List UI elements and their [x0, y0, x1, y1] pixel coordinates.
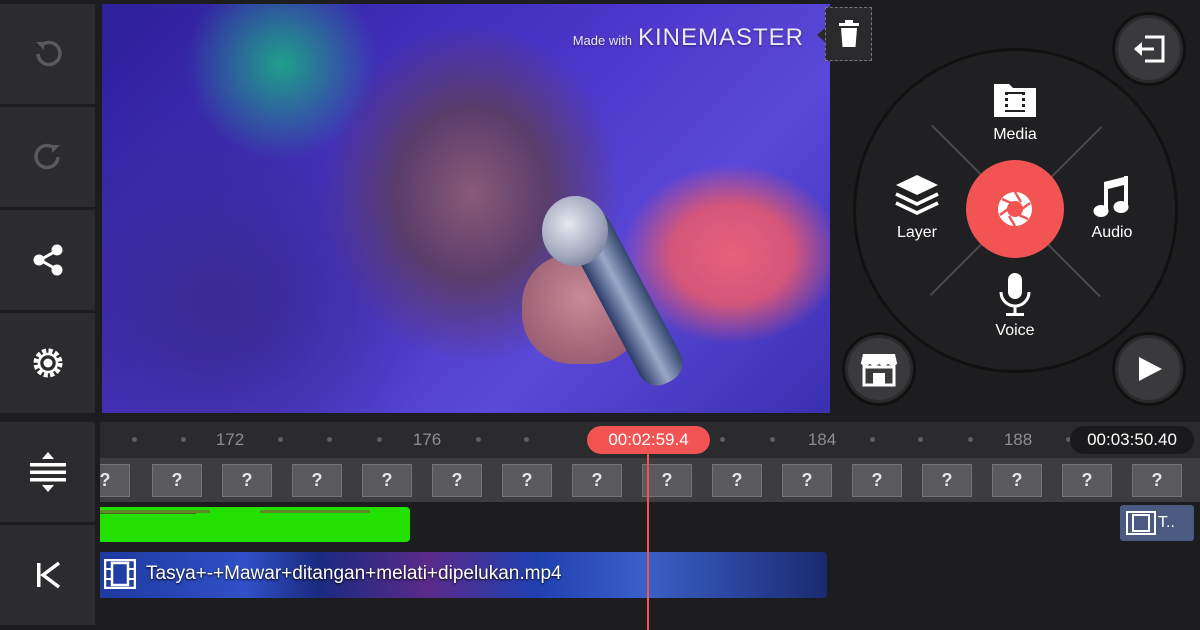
video-thumbnail-strip[interactable]: ? ? ? ? ? ? ? ? ? ? ? ? ? ? ? ? [100, 458, 1200, 502]
watermark-brand: KINEMASTER [637, 24, 804, 51]
layer-label: Layer [896, 224, 938, 241]
share-icon [33, 244, 62, 276]
media-button[interactable]: Media [975, 74, 1055, 146]
undo-button[interactable] [0, 4, 95, 104]
undo-icon [35, 40, 62, 67]
thumbnail-placeholder: ? [782, 464, 832, 497]
audio-label: Audio [1091, 224, 1133, 241]
camera-shutter-icon [998, 191, 1032, 227]
ruler-tick [181, 437, 186, 442]
microphone-icon [999, 273, 1031, 316]
ruler-label: 184 [807, 430, 837, 449]
thumbnail-placeholder: ? [992, 464, 1042, 497]
share-button[interactable] [0, 210, 95, 310]
thumbnail-placeholder: ? [502, 464, 552, 497]
asset-store-button[interactable] [842, 332, 916, 406]
thumbnail-placeholder: ? [1132, 464, 1182, 497]
watermark-prefix: Made with [572, 33, 632, 48]
media-folder-icon [994, 84, 1036, 117]
record-button[interactable] [966, 160, 1064, 258]
overlay-clip-label: T.. [1158, 514, 1175, 531]
trash-icon [838, 20, 859, 47]
ruler-tick [770, 437, 775, 442]
jump-to-start-button[interactable] [0, 525, 95, 625]
delete-button[interactable] [817, 7, 872, 61]
thumbnail-placeholder: ? [712, 464, 762, 497]
gear-icon [33, 348, 62, 378]
thumbnail-placeholder: ? [852, 464, 902, 497]
thumbnail-placeholder: ? [432, 464, 482, 497]
thumbnail-placeholder: ? [642, 464, 692, 497]
ruler-tick [870, 437, 875, 442]
redo-icon [33, 143, 60, 170]
media-label: Media [993, 126, 1037, 143]
total-duration: 00:03:50.40 [1070, 426, 1194, 454]
kinemaster-watermark: Made with KINEMASTER [573, 24, 804, 52]
ruler-tick [377, 437, 382, 442]
exit-icon [1134, 35, 1165, 63]
thumbnail-placeholder: ? [362, 464, 412, 497]
ruler-tick [327, 437, 332, 442]
settings-button[interactable] [0, 313, 95, 413]
video-preview[interactable]: Made with KINEMASTER [102, 4, 830, 413]
redo-button[interactable] [0, 107, 95, 207]
ruler-tick [476, 437, 481, 442]
track-height-button[interactable] [0, 422, 95, 522]
ruler-label: 172 [215, 430, 245, 449]
overlay-clip[interactable]: T.. [1120, 505, 1194, 541]
layers-icon [895, 175, 939, 215]
film-strip-icon [104, 559, 136, 589]
thumbnail-placeholder: ? [572, 464, 622, 497]
store-icon [860, 354, 898, 387]
thumbnail-placeholder: ? [292, 464, 342, 497]
ruler-tick [524, 437, 529, 442]
play-icon [1139, 357, 1162, 381]
thumbnail-placeholder: ? [1062, 464, 1112, 497]
audio-clip[interactable] [100, 507, 410, 542]
ruler-tick [278, 437, 283, 442]
layer-button[interactable]: Layer [877, 172, 957, 244]
expand-vertical-icon [29, 452, 66, 492]
voice-label: Voice [995, 322, 1035, 339]
play-button[interactable] [1112, 332, 1186, 406]
audio-waveform [100, 510, 370, 514]
ruler-tick [720, 437, 725, 442]
ruler-label: 176 [412, 430, 442, 449]
ruler-tick [918, 437, 923, 442]
video-clip-name: Tasya+-+Mawar+ditangan+melati+dipelukan.… [146, 563, 562, 584]
thumbnail-placeholder: ? [222, 464, 272, 497]
ruler-label: 188 [1003, 430, 1033, 449]
playhead-time: 00:02:59.4 [587, 426, 710, 454]
exit-button[interactable] [1112, 12, 1186, 86]
thumbnail-placeholder: ? [922, 464, 972, 497]
skip-to-start-icon [36, 561, 60, 589]
preview-microphone-head [542, 196, 608, 266]
ruler-tick [968, 437, 973, 442]
video-clip[interactable]: Tasya+-+Mawar+ditangan+melati+dipelukan.… [100, 552, 827, 598]
music-note-icon [1093, 176, 1129, 217]
voice-button[interactable]: Voice [975, 270, 1055, 342]
film-strip-icon [1126, 511, 1156, 535]
thumbnail-placeholder: ? [152, 464, 202, 497]
audio-button[interactable]: Audio [1072, 172, 1152, 244]
ruler-tick [132, 437, 137, 442]
playhead-line[interactable] [647, 452, 649, 630]
thumbnail-placeholder: ? [100, 464, 130, 497]
